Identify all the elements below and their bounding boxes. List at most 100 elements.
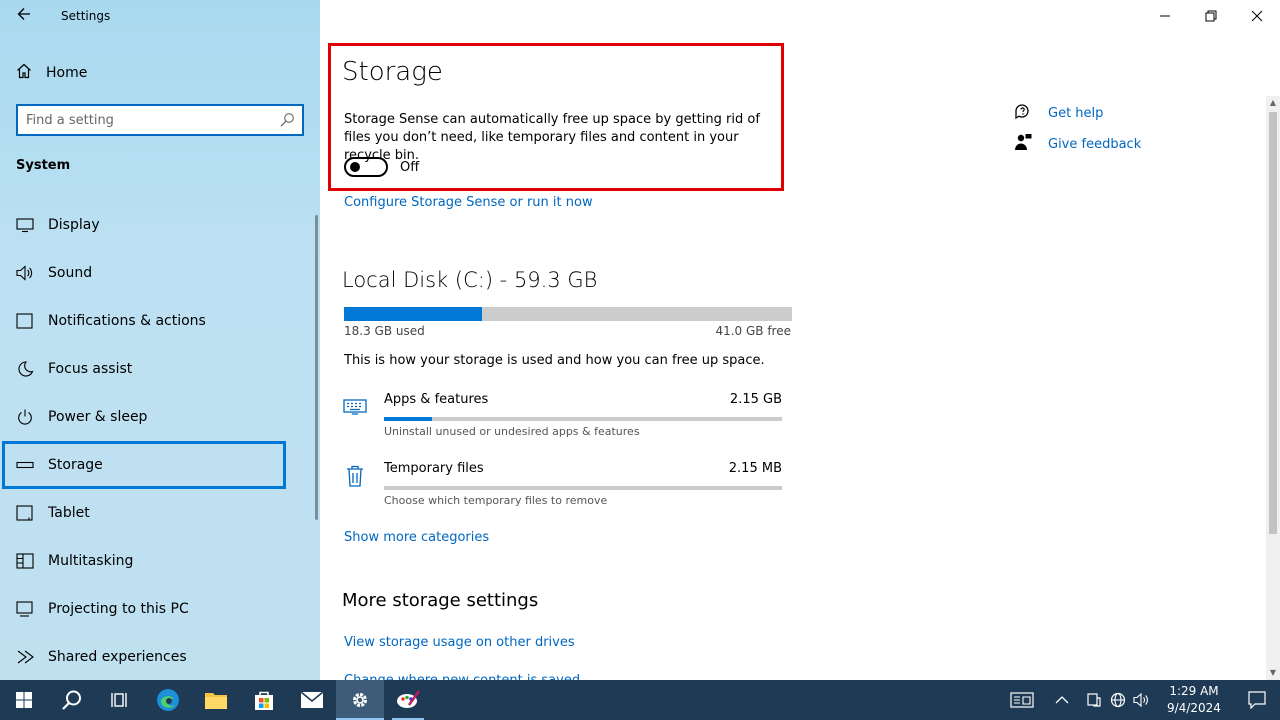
globe-icon bbox=[1110, 692, 1126, 708]
keyboard-icon bbox=[342, 394, 368, 418]
sidebar-item-label: Tablet bbox=[48, 505, 90, 521]
disk-usage-bar bbox=[344, 307, 792, 321]
storage-info-text: This is how your storage is used and how… bbox=[344, 353, 765, 368]
sidebar-item-multitasking[interactable]: Multitasking bbox=[0, 537, 320, 585]
used-space-label: 18.3 GB used bbox=[344, 324, 425, 338]
file-explorer-button[interactable] bbox=[192, 680, 240, 720]
restore-button[interactable] bbox=[1188, 0, 1234, 32]
show-hidden-icons-button[interactable] bbox=[1042, 680, 1082, 720]
sidebar-item-label: Projecting to this PC bbox=[48, 601, 189, 617]
disk-title: Local Disk (C:) - 59.3 GB bbox=[342, 268, 598, 292]
sidebar-item-label: Focus assist bbox=[48, 361, 133, 377]
back-arrow-icon[interactable] bbox=[14, 6, 34, 26]
category-size: 2.15 MB bbox=[728, 461, 782, 476]
settings-taskbar-button[interactable] bbox=[336, 680, 384, 720]
sidebar-item-shared-experiences[interactable]: Shared experiences bbox=[0, 633, 320, 681]
folder-icon bbox=[205, 693, 227, 709]
action-center-button[interactable] bbox=[1234, 680, 1280, 720]
get-help-label[interactable]: Get help bbox=[1048, 106, 1103, 121]
chevron-up-icon bbox=[1055, 696, 1069, 704]
feedback-person-icon bbox=[1014, 133, 1032, 155]
clock-time: 1:29 AM bbox=[1169, 684, 1219, 698]
sidebar-item-storage[interactable]: Storage bbox=[2, 441, 286, 489]
system-tray: 1:29 AM 9/4/2024 bbox=[1002, 680, 1280, 720]
paint-palette-icon bbox=[397, 690, 420, 708]
close-button[interactable] bbox=[1234, 0, 1280, 32]
sidebar-item-sound[interactable]: Sound bbox=[0, 249, 320, 297]
home-label: Home bbox=[46, 65, 88, 81]
input-indicator[interactable] bbox=[1002, 680, 1042, 720]
more-storage-settings-title: More storage settings bbox=[342, 590, 539, 611]
scroll-up-arrow-icon[interactable]: ▲ bbox=[1268, 98, 1278, 108]
sidebar-item-label: Power & sleep bbox=[48, 409, 148, 425]
sidebar-item-tablet[interactable]: Tablet bbox=[0, 489, 320, 537]
category-apps-features[interactable]: Apps & features 2.15 GB Uninstall unused… bbox=[340, 392, 788, 452]
sidebar-scrollbar[interactable] bbox=[315, 215, 318, 520]
show-more-categories-link[interactable]: Show more categories bbox=[344, 530, 489, 545]
sidebar-item-display[interactable]: Display bbox=[0, 201, 320, 249]
sidebar-item-projecting[interactable]: Projecting to this PC bbox=[0, 585, 320, 633]
category-name: Temporary files bbox=[384, 461, 484, 476]
search-input[interactable] bbox=[26, 111, 276, 129]
home-nav-item[interactable]: Home bbox=[16, 62, 87, 84]
search-taskbar-button[interactable] bbox=[48, 680, 96, 720]
scrollbar-thumb[interactable] bbox=[1269, 112, 1277, 534]
view-storage-usage-link[interactable]: View storage usage on other drives bbox=[344, 635, 575, 650]
taskbar: 1:29 AM 9/4/2024 bbox=[0, 680, 1280, 720]
category-description: Uninstall unused or undesired apps & fea… bbox=[384, 425, 640, 438]
task-view-icon bbox=[111, 693, 127, 707]
start-button[interactable] bbox=[0, 680, 48, 720]
sidebar: Settings Home System Display Sound Notif… bbox=[0, 0, 320, 680]
sidebar-item-focus-assist[interactable]: Focus assist bbox=[0, 345, 320, 393]
multitasking-icon bbox=[16, 552, 34, 570]
sidebar-item-label: Display bbox=[48, 217, 100, 233]
main-scrollbar[interactable]: ▲ ▼ bbox=[1266, 96, 1280, 680]
give-feedback-link[interactable]: Give feedback bbox=[1014, 133, 1141, 155]
help-chat-icon bbox=[1014, 102, 1032, 124]
change-save-location-link[interactable]: Change where new content is saved bbox=[344, 673, 580, 680]
notification-center-icon bbox=[1248, 691, 1266, 709]
clock[interactable]: 1:29 AM 9/4/2024 bbox=[1154, 683, 1234, 717]
store-button[interactable] bbox=[240, 680, 288, 720]
trash-icon bbox=[342, 463, 368, 487]
storage-sense-toggle[interactable] bbox=[344, 157, 388, 177]
category-usage-bar bbox=[384, 417, 782, 421]
paint-app-button[interactable] bbox=[384, 680, 432, 720]
edge-button[interactable] bbox=[144, 680, 192, 720]
disk-usage-fill bbox=[344, 307, 483, 321]
volume-tray[interactable] bbox=[1130, 680, 1154, 720]
restore-icon bbox=[1205, 10, 1217, 22]
volume-icon bbox=[1133, 692, 1148, 708]
store-bag-icon bbox=[255, 691, 273, 710]
network-tray[interactable] bbox=[1106, 680, 1130, 720]
get-help-link[interactable]: Get help bbox=[1014, 102, 1103, 124]
minimize-icon bbox=[1160, 15, 1170, 17]
sidebar-item-notifications[interactable]: Notifications & actions bbox=[0, 297, 320, 345]
speaker-icon bbox=[16, 264, 34, 282]
drive-icon bbox=[16, 456, 34, 474]
edge-browser-icon bbox=[157, 689, 179, 711]
network-adapter-tray[interactable] bbox=[1082, 680, 1106, 720]
mail-button[interactable] bbox=[288, 680, 336, 720]
mail-icon bbox=[300, 691, 324, 708]
give-feedback-label[interactable]: Give feedback bbox=[1048, 137, 1141, 152]
notification-icon bbox=[16, 312, 34, 330]
toggle-knob bbox=[350, 162, 360, 172]
search-icon[interactable] bbox=[279, 112, 295, 128]
configure-storage-sense-link[interactable]: Configure Storage Sense or run it now bbox=[344, 195, 593, 210]
scroll-down-arrow-icon[interactable]: ▼ bbox=[1268, 668, 1278, 678]
sidebar-item-power-sleep[interactable]: Power & sleep bbox=[0, 393, 320, 441]
search-box[interactable] bbox=[16, 104, 304, 136]
category-usage-bar bbox=[384, 486, 782, 490]
sidebar-item-label: Storage bbox=[48, 457, 103, 473]
storage-sense-description: Storage Sense can automatically free up … bbox=[344, 112, 760, 163]
category-usage-fill bbox=[384, 417, 432, 421]
projector-icon bbox=[16, 600, 34, 618]
sidebar-item-label: Notifications & actions bbox=[48, 313, 206, 329]
category-name: Apps & features bbox=[384, 392, 489, 407]
minimize-button[interactable] bbox=[1142, 0, 1188, 32]
task-view-button[interactable] bbox=[96, 680, 144, 720]
close-icon bbox=[1251, 10, 1263, 22]
category-temporary-files[interactable]: Temporary files 2.15 MB Choose which tem… bbox=[340, 461, 788, 521]
power-icon bbox=[16, 408, 34, 426]
